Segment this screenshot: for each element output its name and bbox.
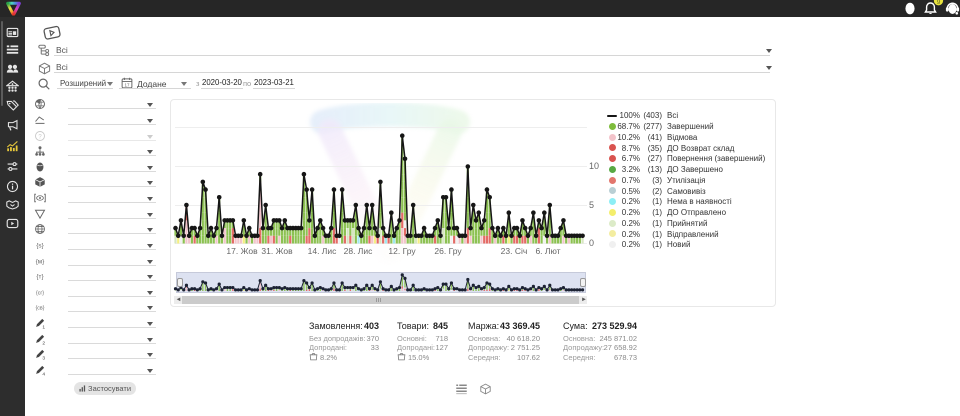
- svg-text:9: 9: [937, 0, 941, 6]
